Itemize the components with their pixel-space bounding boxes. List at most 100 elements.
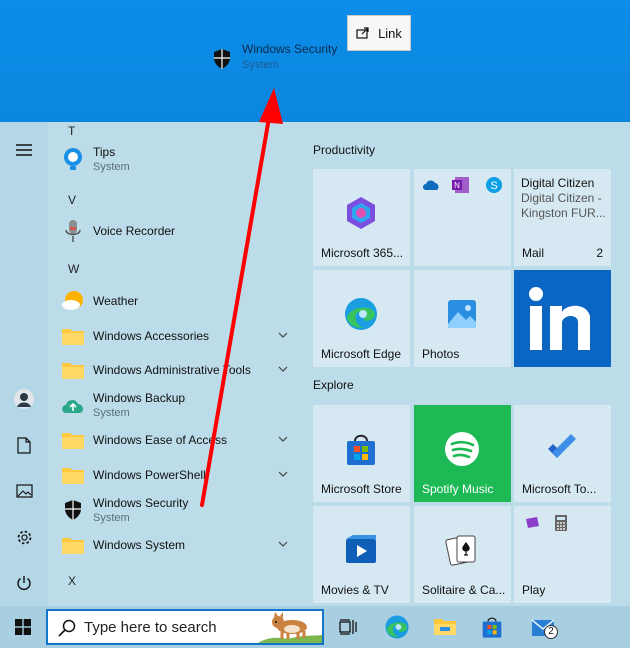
tile-label: Mail bbox=[522, 246, 545, 260]
tips-icon bbox=[60, 146, 86, 172]
search-highlight-doodle bbox=[258, 612, 322, 643]
tile-microsoft-store[interactable]: Microsoft Store bbox=[313, 405, 410, 502]
drag-ghost-text: Windows Security System bbox=[242, 42, 337, 71]
tile-label: Movies & TV bbox=[321, 583, 389, 597]
tile-play[interactable]: Play bbox=[514, 506, 611, 603]
link-tooltip: Link bbox=[347, 15, 411, 51]
app-list: T Tips System V Voice Recorder W Weather… bbox=[48, 122, 300, 606]
power-icon bbox=[17, 576, 31, 590]
onedrive-icon bbox=[423, 180, 439, 190]
start-menu: T Tips System V Voice Recorder W Weather… bbox=[0, 122, 630, 606]
tile-mail[interactable]: Digital Citizen Digital Citizen - Kingst… bbox=[514, 169, 611, 266]
tile-label: Microsoft Store bbox=[321, 482, 402, 496]
gear-icon bbox=[17, 530, 31, 544]
app-name: Windows System bbox=[93, 538, 186, 552]
tile-label: Solitaire & Ca... bbox=[422, 583, 506, 597]
search-input[interactable] bbox=[84, 616, 264, 638]
search-icon bbox=[58, 619, 76, 637]
app-name: Windows Administrative Tools bbox=[93, 363, 251, 377]
letter-header-w[interactable]: W bbox=[68, 262, 79, 276]
app-name: Tips bbox=[93, 145, 116, 159]
app-subtitle: System bbox=[93, 512, 130, 524]
tile-label: Microsoft To... bbox=[522, 482, 597, 496]
app-item-windows-backup[interactable]: Windows Backup System bbox=[48, 388, 300, 422]
app-subtitle: System bbox=[93, 407, 130, 419]
tile-spotify[interactable]: Spotify Music bbox=[414, 405, 511, 502]
calculator-icon bbox=[555, 515, 567, 531]
tile-movies-tv[interactable]: Movies & TV bbox=[313, 506, 410, 603]
app-subtitle: System bbox=[93, 161, 130, 173]
app-item-weather[interactable]: Weather bbox=[48, 284, 300, 318]
mail-tile-badge: 2 bbox=[596, 246, 603, 260]
checkmark-icon bbox=[548, 434, 576, 458]
app-item-windows-administrative-tools[interactable]: Windows Administrative Tools bbox=[48, 353, 300, 387]
app-item-windows-ease-of-access[interactable]: Windows Ease of Access bbox=[48, 423, 300, 457]
power-button[interactable] bbox=[0, 563, 48, 603]
hamburger-icon bbox=[16, 144, 32, 156]
tile-microsoft-todo[interactable]: Microsoft To... bbox=[514, 405, 611, 502]
app-item-windows-system[interactable]: Windows System bbox=[48, 528, 300, 562]
mail-tile-preview: Digital Citizen - Kingston FUR... bbox=[521, 191, 606, 220]
document-icon bbox=[17, 436, 31, 454]
tile-linkedin[interactable] bbox=[514, 270, 611, 367]
app-name: Windows PowerShell bbox=[93, 468, 206, 482]
pictures-button[interactable] bbox=[0, 471, 48, 511]
chevron-down-icon bbox=[278, 541, 288, 547]
app-item-voice-recorder[interactable]: Voice Recorder bbox=[48, 214, 300, 248]
taskbar: 2 bbox=[0, 606, 630, 648]
user-account-button[interactable] bbox=[0, 379, 48, 419]
chevron-down-icon bbox=[278, 471, 288, 477]
tile-label: Play bbox=[522, 583, 546, 597]
letter-header-t[interactable]: T bbox=[68, 124, 75, 138]
app-item-tips[interactable]: Tips System bbox=[48, 142, 300, 176]
start-rail bbox=[0, 122, 48, 606]
app-item-windows-accessories[interactable]: Windows Accessories bbox=[48, 319, 300, 353]
movies-icon bbox=[346, 535, 376, 563]
tile-solitaire[interactable]: Solitaire & Ca... bbox=[414, 506, 511, 603]
documents-button[interactable] bbox=[0, 425, 48, 465]
app-name: Windows Accessories bbox=[93, 329, 210, 343]
letter-header-v[interactable]: V bbox=[68, 193, 76, 207]
chevron-down-icon bbox=[278, 332, 288, 338]
tile-label: Spotify Music bbox=[422, 482, 494, 496]
file-explorer-icon bbox=[434, 619, 456, 635]
taskbar-mail-button[interactable]: 2 bbox=[526, 613, 562, 641]
start-button[interactable] bbox=[0, 606, 46, 648]
group-title-productivity[interactable]: Productivity bbox=[313, 143, 375, 157]
spotify-icon bbox=[445, 432, 479, 466]
group-title-explore[interactable]: Explore bbox=[313, 378, 354, 392]
tile-microsoft-edge[interactable]: Microsoft Edge bbox=[313, 270, 410, 367]
shield-icon bbox=[214, 49, 230, 69]
playing-cards-icon bbox=[445, 535, 476, 566]
settings-button[interactable] bbox=[0, 517, 48, 557]
letter-header-x[interactable]: X bbox=[68, 574, 76, 588]
taskbar-file-explorer-button[interactable] bbox=[431, 613, 459, 641]
store-icon bbox=[347, 434, 375, 465]
menu-expand-button[interactable] bbox=[0, 130, 48, 170]
app-item-windows-security[interactable]: Windows Security System bbox=[48, 493, 300, 527]
search-box[interactable] bbox=[46, 609, 324, 645]
task-view-button[interactable] bbox=[334, 613, 362, 641]
app-name: Windows Backup bbox=[93, 391, 186, 405]
microphone-icon bbox=[60, 218, 86, 244]
drag-ghost-subtitle: System bbox=[242, 59, 279, 71]
chevron-down-icon bbox=[278, 366, 288, 372]
tile-label: Microsoft Edge bbox=[321, 347, 402, 361]
app-name: Windows Security bbox=[93, 496, 189, 510]
folder-icon bbox=[60, 462, 86, 488]
skype-icon: S bbox=[486, 177, 502, 193]
tile-photos[interactable]: Photos bbox=[414, 270, 511, 367]
windows-logo-icon bbox=[15, 619, 31, 635]
link-arrow-icon bbox=[356, 27, 369, 39]
edge-icon bbox=[385, 615, 409, 639]
mail-tile-sender: Digital Citizen bbox=[521, 176, 595, 190]
taskbar-store-button[interactable] bbox=[478, 613, 506, 641]
app-item-windows-powershell[interactable]: Windows PowerShell bbox=[48, 458, 300, 492]
taskbar-edge-button[interactable] bbox=[383, 613, 411, 641]
microsoft-365-icon bbox=[347, 197, 375, 229]
folder-icon bbox=[60, 323, 86, 349]
tile-office-apps[interactable]: N S bbox=[414, 169, 511, 266]
picture-icon bbox=[15, 484, 33, 498]
tile-label: Photos bbox=[422, 347, 460, 361]
tile-microsoft-365[interactable]: Microsoft 365... bbox=[313, 169, 410, 266]
